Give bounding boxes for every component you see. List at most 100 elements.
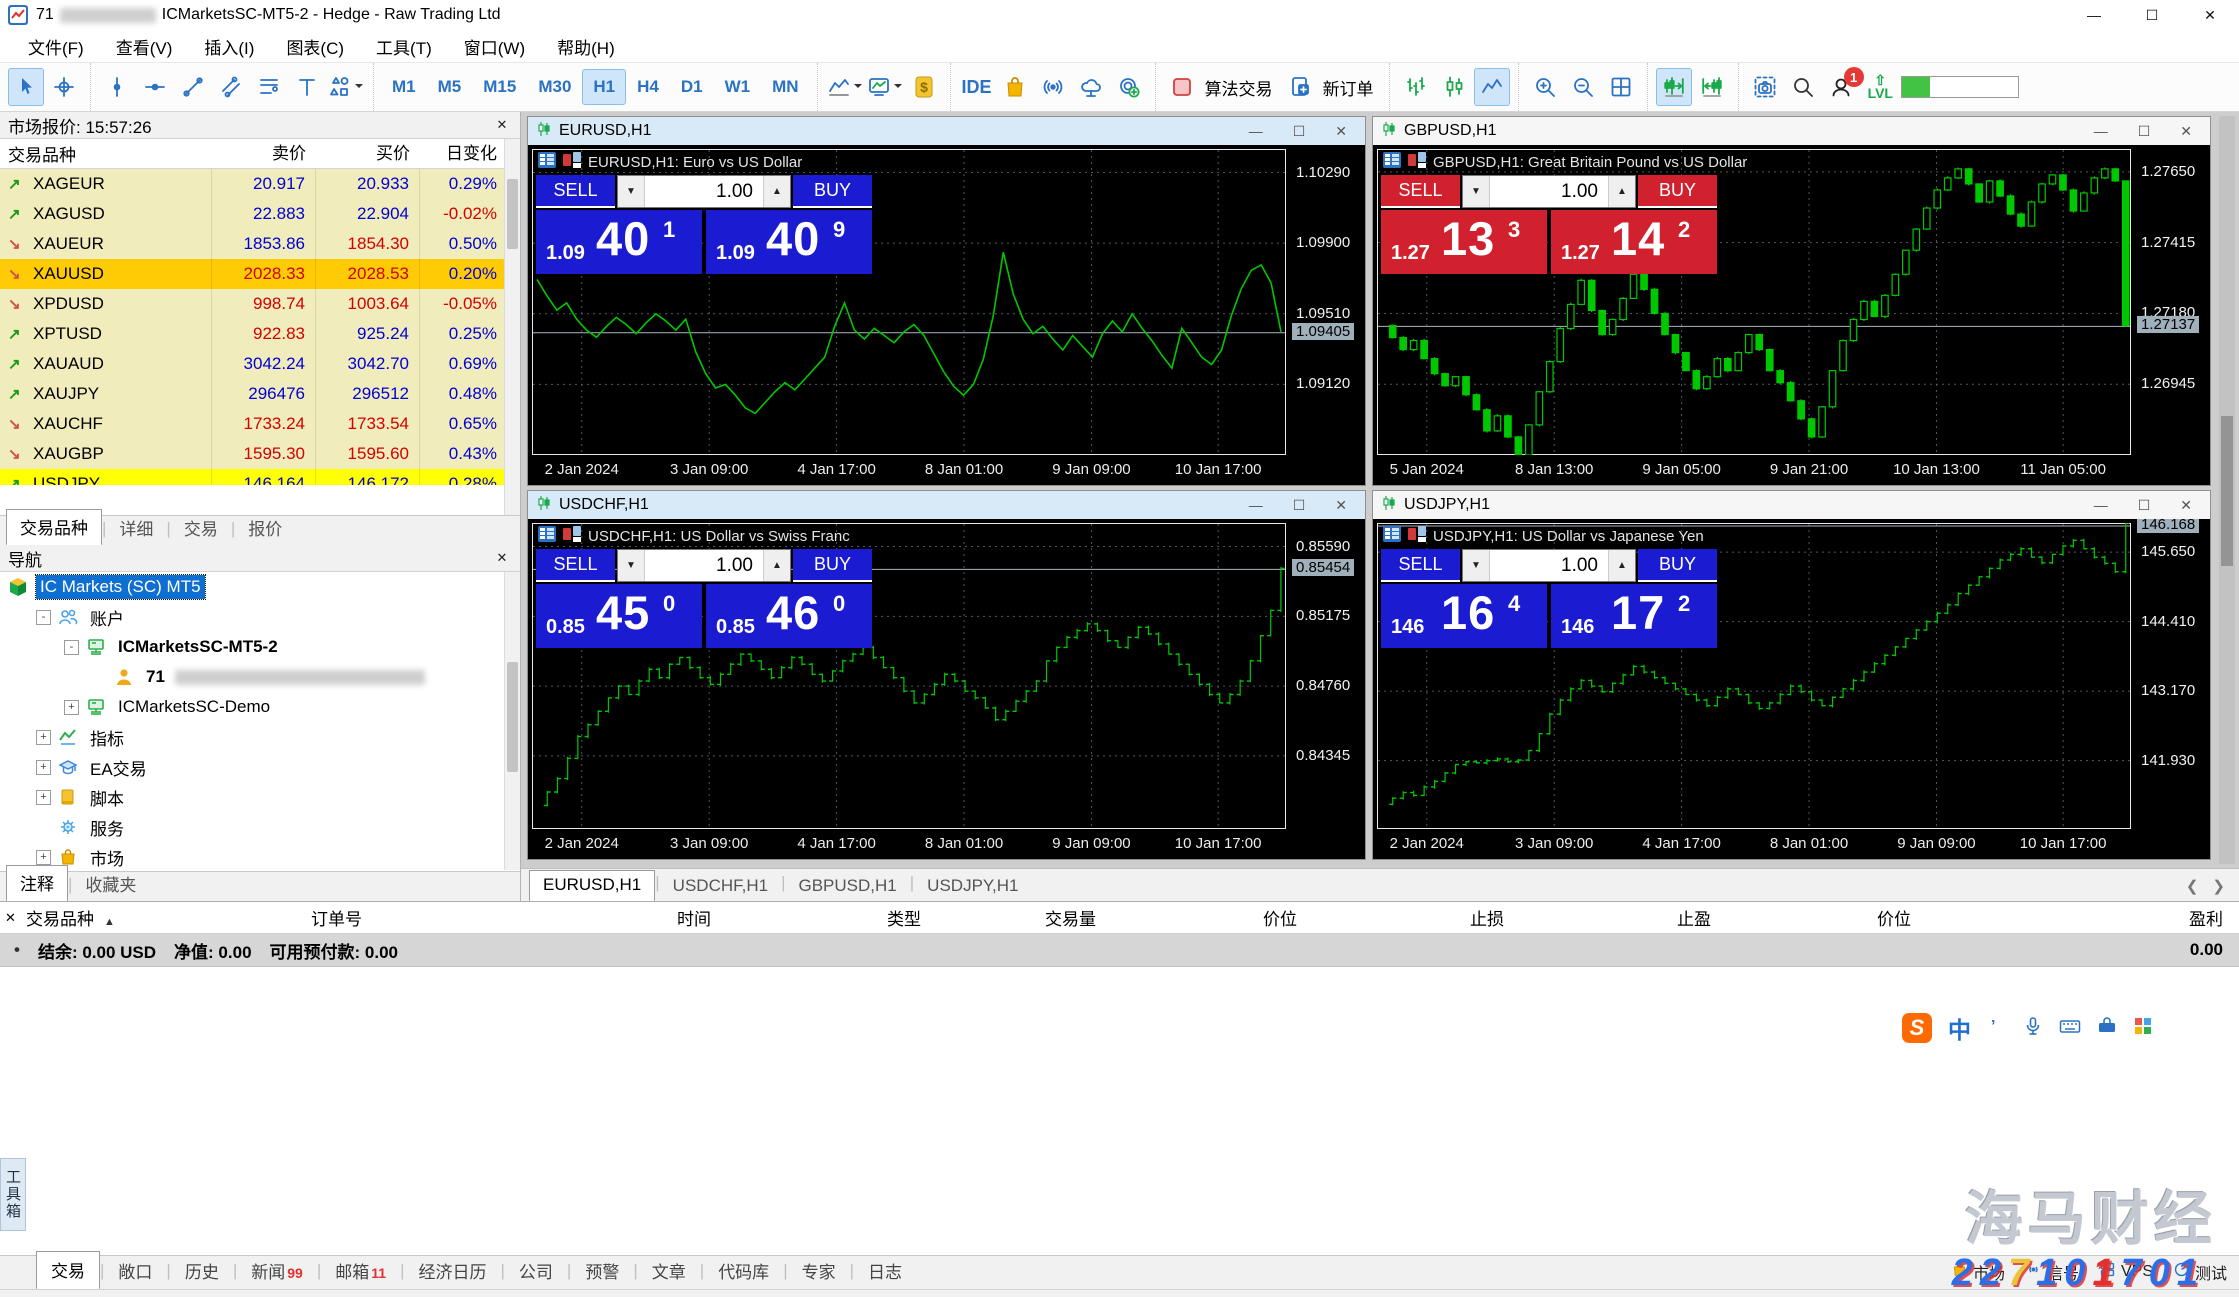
volume-decrease-button[interactable]: ▼	[618, 550, 645, 581]
navigator-scrollbar[interactable]	[504, 572, 520, 870]
one-click-trading-icon[interactable]	[1408, 152, 1426, 172]
column-header-2[interactable]: 卖价	[212, 139, 316, 168]
volume-decrease-button[interactable]: ▼	[618, 176, 645, 207]
zoom-in-button[interactable]	[1527, 68, 1563, 106]
chart-window-titlebar[interactable]: USDJPY,H1—☐✕	[1373, 491, 2210, 519]
volume-increase-button[interactable]: ▲	[763, 550, 790, 581]
tree-node[interactable]: +指标	[0, 722, 520, 752]
toolbox-tab-文章[interactable]: 文章	[638, 1253, 700, 1289]
tree-node[interactable]: +市场	[0, 842, 520, 870]
market-watch-tab-1[interactable]: 交易品种	[6, 509, 102, 545]
chart-maximize-button[interactable]: ☐	[1293, 123, 1306, 140]
timeframe-m5-button[interactable]: M5	[427, 69, 473, 105]
buy-button[interactable]: BUY	[793, 175, 872, 208]
candles-chart-button[interactable]	[1436, 68, 1472, 106]
timeframe-h4-button[interactable]: H4	[626, 69, 670, 105]
timeframe-m1-button[interactable]: M1	[381, 69, 427, 105]
trade-column-1[interactable]: 交易品种▲	[26, 905, 311, 930]
trendline-tool-button[interactable]	[175, 68, 211, 106]
chart-tab-4[interactable]: USDJPY,H1	[914, 872, 1031, 901]
trade-column-8[interactable]: 止盈	[1504, 905, 1711, 930]
chart-tab-3[interactable]: GBPUSD,H1	[786, 872, 910, 901]
trade-column-10[interactable]: 盈利	[1911, 905, 2239, 930]
sell-quote-button[interactable]: 1.09401	[536, 210, 702, 274]
tree-node[interactable]: +EA交易	[0, 752, 520, 782]
auto-scroll-button[interactable]	[1694, 68, 1730, 106]
expand-plus-icon[interactable]: +	[36, 760, 51, 775]
sell-button[interactable]: SELL	[1381, 175, 1460, 208]
market-watch-tab-3[interactable]: 交易	[171, 511, 231, 545]
collapse-minus-icon[interactable]: -	[64, 640, 79, 655]
tree-node[interactable]: 服务	[0, 812, 520, 842]
new-order-button[interactable]	[1282, 68, 1318, 106]
toolbox-tab-预警[interactable]: 预警	[571, 1253, 633, 1289]
tree-node[interactable]: IC Markets (SC) MT5	[0, 572, 520, 602]
navigator-tab-1[interactable]: 注释	[6, 865, 68, 901]
depth-of-market-icon[interactable]	[1383, 526, 1401, 546]
toolbox-tab-新闻[interactable]: 新闻99	[237, 1253, 317, 1289]
market-watch-row[interactable]: ↗XAGEUR20.91720.9330.29%	[0, 169, 520, 199]
buy-quote-button[interactable]: 146172	[1551, 584, 1717, 648]
volume-increase-button[interactable]: ▲	[1608, 176, 1635, 207]
volume-increase-button[interactable]: ▲	[1608, 550, 1635, 581]
sell-quote-button[interactable]: 146164	[1381, 584, 1547, 648]
chart-canvas[interactable]: 1.276501.274151.271801.269451.271375 Jan…	[1373, 145, 2210, 485]
expand-plus-icon[interactable]: +	[36, 850, 51, 865]
trade-column-6[interactable]: 价位	[1096, 905, 1297, 930]
menu-item-4[interactable]: 图表(C)	[270, 29, 360, 64]
toolbox-tab-敞口[interactable]: 敞口	[104, 1253, 166, 1289]
tree-node[interactable]: -ICMarketsSC-MT5-2	[0, 632, 520, 662]
status-item-VPS[interactable]: VPS	[2099, 1261, 2153, 1283]
tree-node[interactable]: +ICMarketsSC-Demo	[0, 692, 520, 722]
menu-item-2[interactable]: 查看(V)	[100, 29, 189, 64]
cursor-tool-button[interactable]	[8, 68, 44, 106]
toolbox-tab-历史[interactable]: 历史	[171, 1253, 233, 1289]
toolbox-vertical-tab[interactable]: 工具箱	[0, 1158, 26, 1231]
chart-canvas[interactable]: 145.650144.410143.170141.930146.1682 Jan…	[1373, 519, 2210, 859]
volume-value[interactable]: 1.00	[1490, 176, 1608, 207]
vertical-line-tool-button[interactable]	[99, 68, 135, 106]
chart-canvas[interactable]: 1.102901.099001.095101.091201.094052 Jan…	[528, 145, 1365, 485]
toolbox-tab-公司[interactable]: 公司	[505, 1253, 567, 1289]
timeframe-h1-button[interactable]: H1	[582, 69, 626, 105]
navigator-close-icon[interactable]: ✕	[492, 550, 512, 566]
timeframe-mn-button[interactable]: MN	[761, 69, 809, 105]
trade-column-7[interactable]: 止损	[1297, 905, 1504, 930]
depth-of-market-icon[interactable]	[538, 152, 556, 172]
trade-column-5[interactable]: 交易量	[921, 905, 1096, 930]
market-watch-close-icon[interactable]: ✕	[492, 117, 512, 133]
one-click-trading-icon[interactable]	[563, 152, 581, 172]
menu-item-7[interactable]: 帮助(H)	[541, 29, 631, 64]
one-click-trading-icon[interactable]	[1408, 526, 1426, 546]
algo-trading-toggle[interactable]	[1164, 68, 1200, 106]
screenshot-button[interactable]	[1747, 68, 1783, 106]
volume-decrease-button[interactable]: ▼	[1463, 176, 1490, 207]
sell-button[interactable]: SELL	[536, 549, 615, 582]
market-watch-scrollbar[interactable]	[504, 139, 520, 515]
timeframe-w1-button[interactable]: W1	[714, 69, 762, 105]
toolbox-tab-经济日历[interactable]: 经济日历	[405, 1253, 501, 1289]
navigator-tab-2[interactable]: 收藏夹	[72, 867, 149, 901]
chart-window-titlebar[interactable]: USDCHF,H1—☐✕	[528, 491, 1365, 519]
chart-minimize-button[interactable]: —	[1249, 123, 1263, 140]
ide-button[interactable]: IDE	[959, 68, 995, 106]
chart-close-button[interactable]: ✕	[2180, 497, 2192, 514]
status-item-市场[interactable]: 市场	[1951, 1260, 2005, 1284]
toolbox-tab-专家[interactable]: 专家	[788, 1253, 850, 1289]
buy-button[interactable]: BUY	[1638, 549, 1717, 582]
toolbox-close-icon[interactable]: ✕	[5, 910, 16, 926]
tree-node[interactable]: 71	[0, 662, 520, 692]
chart-close-button[interactable]: ✕	[1335, 123, 1347, 140]
market-watch-tab-4[interactable]: 报价	[235, 511, 295, 545]
chart-tab-2[interactable]: USDCHF,H1	[660, 872, 781, 901]
chart-area-scrollbar[interactable]	[2219, 116, 2235, 864]
chart-close-button[interactable]: ✕	[1335, 497, 1347, 514]
chart-maximize-button[interactable]: ☐	[1293, 497, 1306, 514]
expand-plus-icon[interactable]: +	[64, 700, 79, 715]
sogou-logo-icon[interactable]: S	[1902, 1013, 1932, 1043]
menu-item-6[interactable]: 窗口(W)	[448, 29, 541, 64]
toolbox-tab-交易[interactable]: 交易	[36, 1251, 100, 1290]
market-watch-row[interactable]: ↗XAUJPY2964762965120.48%	[0, 379, 520, 409]
column-header-1[interactable]: 交易品种	[0, 139, 212, 168]
market-watch-row[interactable]: ↗USDJPY146.164146.1720.28%	[0, 469, 520, 485]
